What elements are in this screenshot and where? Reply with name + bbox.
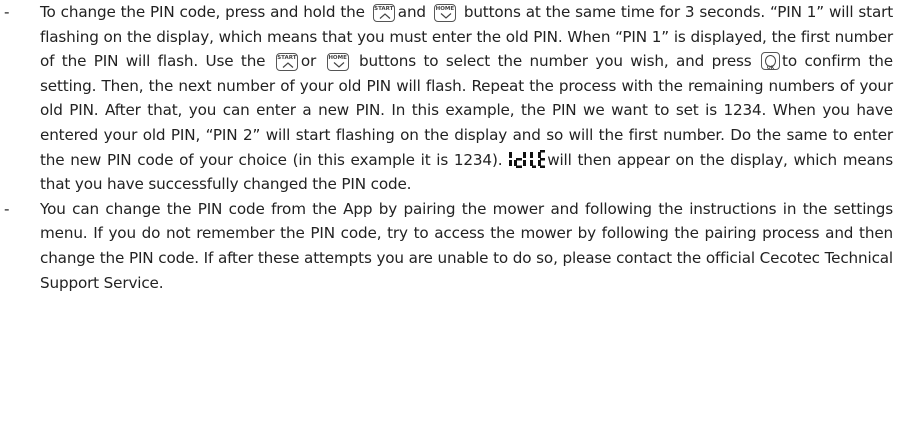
paragraph-text: You can change the PIN code from the App… bbox=[40, 199, 893, 292]
paragraph-text: and bbox=[397, 3, 426, 21]
ok-button-label: OK bbox=[766, 66, 775, 72]
bullet-dash: - bbox=[4, 3, 10, 21]
list-item-change-pin-buttons: - To change the PIN code, press and hold… bbox=[0, 0, 905, 197]
home-button-label: HOME bbox=[328, 55, 347, 62]
list-item-change-pin-app: - You can change the PIN code from the A… bbox=[0, 197, 905, 295]
paragraph-text: or bbox=[300, 52, 317, 71]
paragraph-text: buttons to select the number you wish, a… bbox=[359, 52, 752, 71]
start-button-icon: START bbox=[372, 4, 395, 22]
start-button-icon: START bbox=[275, 53, 298, 72]
ok-button-icon: OK bbox=[761, 52, 781, 71]
chevron-up-icon bbox=[282, 62, 294, 69]
idle-display-icon bbox=[509, 149, 546, 168]
home-button-icon: HOME bbox=[433, 4, 456, 22]
chevron-down-icon bbox=[333, 62, 344, 68]
home-button-icon: HOME bbox=[326, 53, 349, 72]
bullet-dash: - bbox=[4, 199, 10, 218]
start-button-label: START bbox=[374, 6, 394, 12]
chevron-down-icon bbox=[440, 13, 452, 19]
manual-page: - To change the PIN code, press and hold… bbox=[0, 0, 905, 295]
paragraph-text: To change the PIN code, press and hold t… bbox=[40, 3, 365, 21]
home-button-label: HOME bbox=[435, 6, 455, 12]
start-button-label: START bbox=[277, 55, 297, 62]
chevron-up-icon bbox=[379, 13, 391, 19]
